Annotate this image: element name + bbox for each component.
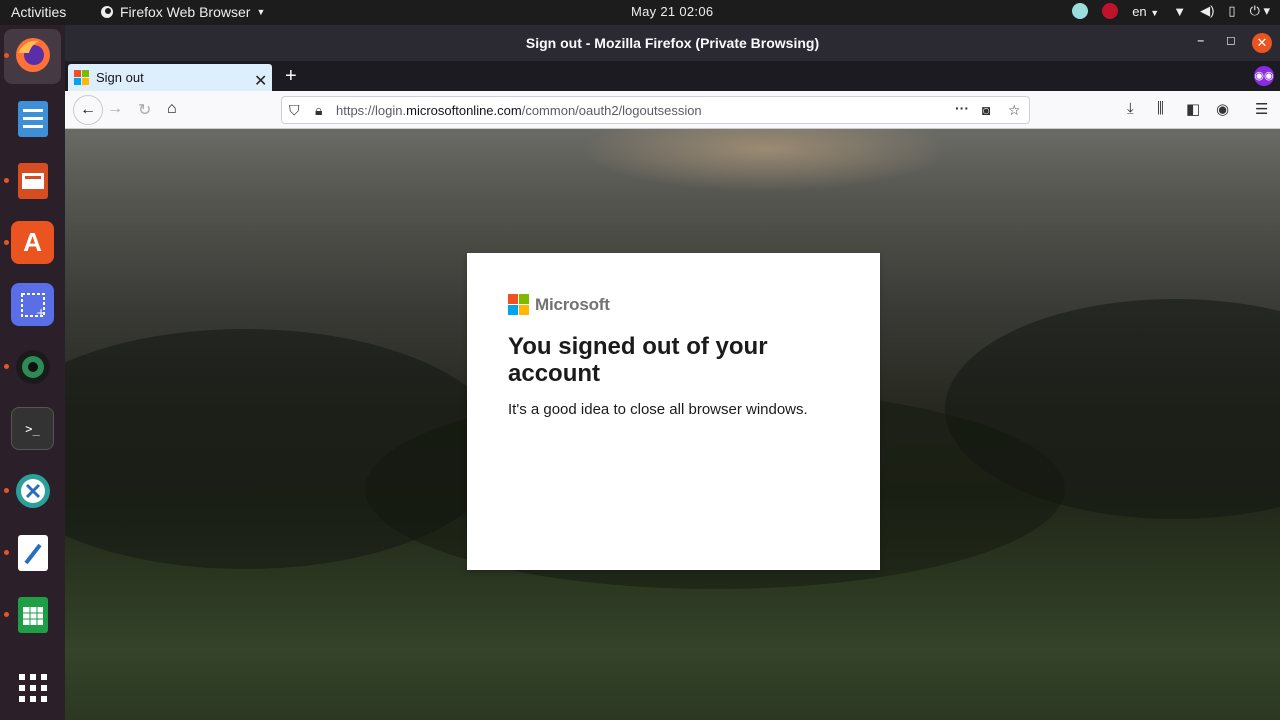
screenshot-icon[interactable]: + [11,283,54,326]
software-center-icon[interactable]: A [11,221,54,264]
window-title: Sign out - Mozilla Firefox (Private Brow… [525,35,820,51]
running-indicator [4,53,9,58]
new-tab-button[interactable]: + [285,65,297,88]
app-menu[interactable]: Firefox Web Browser ▼ [100,4,265,20]
private-browsing-icon: ◉◉ [1254,66,1274,86]
chevron-down-icon: ▼ [256,7,266,17]
remote-desktop-icon[interactable] [11,469,54,512]
back-button[interactable]: ← [73,95,103,125]
menu-icon[interactable]: ☰ [1255,100,1268,118]
shield-icon[interactable]: ⛉ [289,102,300,119]
firefox-small-icon [101,6,113,18]
firefox-icon[interactable] [11,33,54,76]
battery-icon[interactable]: ▯ [1228,3,1235,19]
url-domain: microsoftonline.com [406,103,522,118]
tab-label: Sign out [96,70,144,85]
show-apps-icon[interactable] [11,666,54,709]
dock: A + >_ [0,25,65,720]
wifi-icon[interactable]: ▼ [1173,4,1186,19]
system-top-bar: Activities Firefox Web Browser ▼ May 21 … [0,0,1280,25]
running-indicator [4,550,9,555]
running-indicator [4,240,9,245]
running-indicator [4,364,9,369]
camera-app-icon[interactable] [11,345,54,388]
url-bar[interactable]: ⛉ 🔒︎ https://login.microsoftonline.com/c… [281,96,1030,124]
account-icon[interactable]: ◉ [1216,100,1229,118]
lock-icon[interactable]: 🔒︎ [315,102,322,119]
downloads-icon[interactable]: ⤓ [1127,100,1134,117]
reload-button[interactable]: ↻ [138,100,151,120]
volume-icon[interactable]: ◀) [1200,3,1214,19]
microsoft-favicon-icon [74,70,89,85]
clock[interactable]: May 21 02:06 [631,4,713,19]
url-prefix: https://login. [336,103,407,118]
update-icon[interactable] [1072,3,1089,19]
running-indicator [4,178,9,183]
record-icon[interactable] [1102,3,1119,19]
files-icon[interactable] [11,97,54,140]
system-tray[interactable]: en ▼ ▼ ◀) ▯ ⏻ ▾ [1072,3,1270,19]
window-titlebar[interactable]: Sign out - Mozilla Firefox (Private Brow… [65,25,1280,61]
microsoft-wordmark: Microsoft [535,294,610,314]
svg-text:+: + [36,306,46,320]
signout-message: It's a good idea to close all browser wi… [508,401,808,418]
text-editor-icon[interactable] [11,531,54,574]
close-window-button[interactable]: ✕ [1252,33,1272,53]
microsoft-logo: Microsoft [508,294,610,315]
signout-card: Microsoft You signed out of your account… [467,253,880,570]
impress-icon[interactable] [11,159,54,202]
microsoft-logo-icon [508,294,529,315]
firefox-window: Sign out - Mozilla Firefox (Private Brow… [65,25,1280,720]
forward-button[interactable]: → [107,100,123,118]
sidebar-icon[interactable]: ◧ [1186,100,1200,118]
close-tab-icon[interactable]: ✕ [254,71,267,91]
terminal-icon[interactable]: >_ [11,407,54,450]
library-icon[interactable]: ⫼ [1157,100,1164,117]
activities-button[interactable]: Activities [11,4,66,20]
maximize-button[interactable]: ◻ [1226,33,1236,47]
pocket-icon[interactable]: ◙ [982,102,990,118]
chevron-down-icon: ▼ [1150,7,1160,18]
app-menu-label: Firefox Web Browser [120,4,251,20]
minimize-button[interactable]: – [1197,33,1204,47]
running-indicator [4,612,9,617]
tab-bar: Sign out ✕ + ◉◉ [65,61,1280,91]
navigation-toolbar: ← → ↻ ⌂ ⛉ 🔒︎ https://login.microsoftonli… [65,91,1280,129]
home-button[interactable]: ⌂ [167,100,177,118]
bookmark-star-icon[interactable]: ☆ [1008,102,1021,119]
calc-icon[interactable] [11,593,54,636]
tab-sign-out[interactable]: Sign out ✕ [68,64,272,91]
language-label: en [1132,3,1147,19]
language-indicator[interactable]: en ▼ [1132,4,1159,19]
running-indicator [4,488,9,493]
page-actions-icon[interactable]: ··· [955,100,969,116]
url-path: /common/oauth2/logoutsession [521,103,702,118]
signout-heading: You signed out of your account [508,333,768,387]
url-text: https://login.microsoftonline.com/common… [336,103,702,118]
power-icon[interactable]: ⏻ ▾ [1250,3,1270,19]
page-content: Microsoft You signed out of your account… [65,129,1280,720]
